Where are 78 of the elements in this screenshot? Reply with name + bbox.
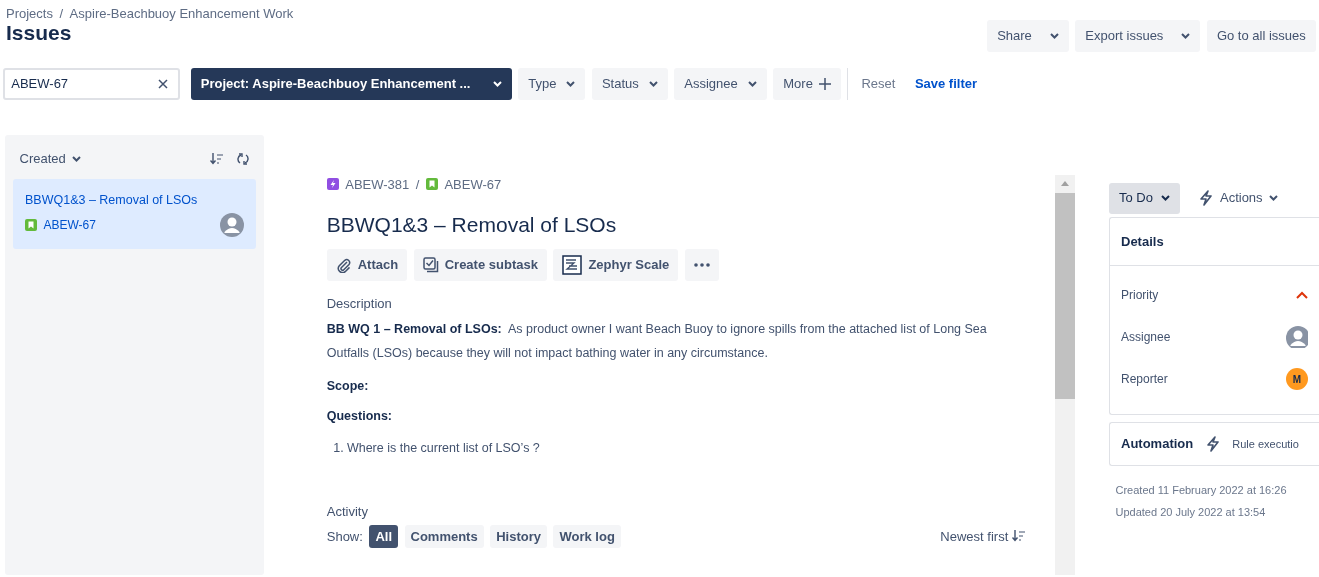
user-avatar: M <box>1286 368 1308 391</box>
show-label: Show: <box>326 527 363 546</box>
issue-title: BBWQ1&3 – Removal of LSOs <box>326 212 618 238</box>
close-icon[interactable] <box>158 78 169 89</box>
filter-dropdown[interactable]: Type <box>518 67 586 100</box>
save-filter-link[interactable]: Save filter <box>908 73 984 94</box>
story-icon <box>25 219 37 231</box>
lightning-bolt-icon <box>1199 190 1214 206</box>
breadcrumb-link[interactable]: Projects <box>6 4 53 20</box>
zephyr-scale-icon <box>562 255 583 276</box>
user-avatar-icon <box>219 213 244 237</box>
field-label: Assignee <box>1121 329 1171 347</box>
attach-button[interactable]: Attach <box>326 249 408 282</box>
chevron-down-icon <box>1269 195 1279 201</box>
scrollbar[interactable] <box>1055 174 1075 575</box>
section-heading: Scope: <box>326 377 370 395</box>
field-label: Priority <box>1121 287 1159 305</box>
field-label: Reporter <box>1121 371 1168 389</box>
section-label: Activity <box>326 502 369 521</box>
sort-icon[interactable] <box>210 152 225 165</box>
question-text: Where is the current list of LSO’s ? <box>346 440 540 458</box>
sort-dropdown[interactable]: Created <box>19 148 82 169</box>
chevron-down-icon <box>566 80 576 87</box>
priority-high-icon <box>1296 291 1308 300</box>
refresh-icon[interactable] <box>237 152 250 165</box>
card-title: Details <box>1110 217 1319 267</box>
dropdown-button[interactable]: Share <box>987 19 1069 52</box>
plus-icon <box>818 77 831 90</box>
rule-execution-text: Rule executio <box>1232 436 1299 452</box>
workflow-transition-dropdown[interactable]: To Do <box>1109 182 1180 214</box>
chevron-down-icon <box>1160 195 1170 201</box>
activity-tab[interactable]: All <box>369 524 398 549</box>
breadcrumb-separator: / <box>59 5 64 20</box>
scroll-up-arrow-icon <box>1061 180 1069 186</box>
lightning-bolt-icon <box>1205 435 1220 452</box>
description-text: BB WQ 1 – Removal of LSOs: As product owner I want Beach Buoy to ignore spills from the attached list of Long Sea Outfalls (LSOs) because they will not impact bathing water in any circumstance. <box>326 320 988 362</box>
more-icon <box>693 263 710 268</box>
breadcrumb-link[interactable]: Aspire-Beachbuoy Enhancement Work <box>69 4 294 20</box>
page-button[interactable]: Go to all issues <box>1206 19 1316 52</box>
issue-key: ABEW-67 <box>43 216 96 234</box>
user-avatar-icon <box>1286 326 1308 349</box>
more-actions-button[interactable] <box>684 249 719 282</box>
more-filters-button[interactable]: More <box>773 67 841 100</box>
subtask-button[interactable]: Create subtask <box>413 249 547 282</box>
card-title: Automation <box>1121 435 1194 453</box>
filter-dropdown[interactable]: Status <box>591 67 668 100</box>
dropdown-button[interactable]: Export issues <box>1075 19 1201 52</box>
issue-card[interactable]: BBWQ1&3 – Removal of LSOs ABEW-67 <box>13 179 256 249</box>
activity-tab[interactable]: Comments <box>404 524 484 549</box>
chevron-down-icon <box>492 80 502 87</box>
filter-dropdown[interactable]: Assignee <box>674 67 767 100</box>
updated-date: Updated 20 July 2022 at 13:54 <box>1115 504 1267 520</box>
list-number: 1. <box>333 440 344 458</box>
section-heading: Questions: <box>326 408 394 426</box>
section-label: Description <box>326 295 393 314</box>
scrollbar-thumb[interactable] <box>1055 192 1075 399</box>
paperclip-icon <box>335 257 352 274</box>
actions-dropdown[interactable]: Actions <box>1199 188 1279 208</box>
zephyr-button[interactable]: Zephyr Scale <box>553 249 679 282</box>
search-field[interactable]: ABEW-67 <box>3 67 181 100</box>
lightning-bolt-icon <box>326 178 339 191</box>
breadcrumb-separator: / <box>415 175 420 194</box>
issue-key-link[interactable]: ABEW-67 <box>444 174 502 194</box>
page-title: Issues <box>5 21 73 46</box>
reset-link[interactable]: Reset <box>854 73 902 94</box>
sort-order-button[interactable]: Newest first <box>940 526 1045 547</box>
chevron-down-icon <box>648 80 658 87</box>
activity-tab[interactable]: Work log <box>553 524 621 549</box>
created-date: Created 11 February 2022 at 16:26 <box>1115 482 1288 498</box>
chevron-down-icon <box>747 80 757 87</box>
activity-tab[interactable]: History <box>490 524 547 549</box>
issue-title: BBWQ1&3 – Removal of LSOs <box>25 192 199 209</box>
project-filter-dropdown[interactable]: Project: Aspire-Beachbuoy Enhancement ... <box>190 67 512 100</box>
parent-issue-link[interactable]: ABEW-381 <box>345 174 410 194</box>
checkbox-icon <box>422 257 439 274</box>
story-icon <box>425 178 438 191</box>
chevron-down-icon <box>72 155 82 162</box>
sort-icon <box>1011 530 1026 543</box>
